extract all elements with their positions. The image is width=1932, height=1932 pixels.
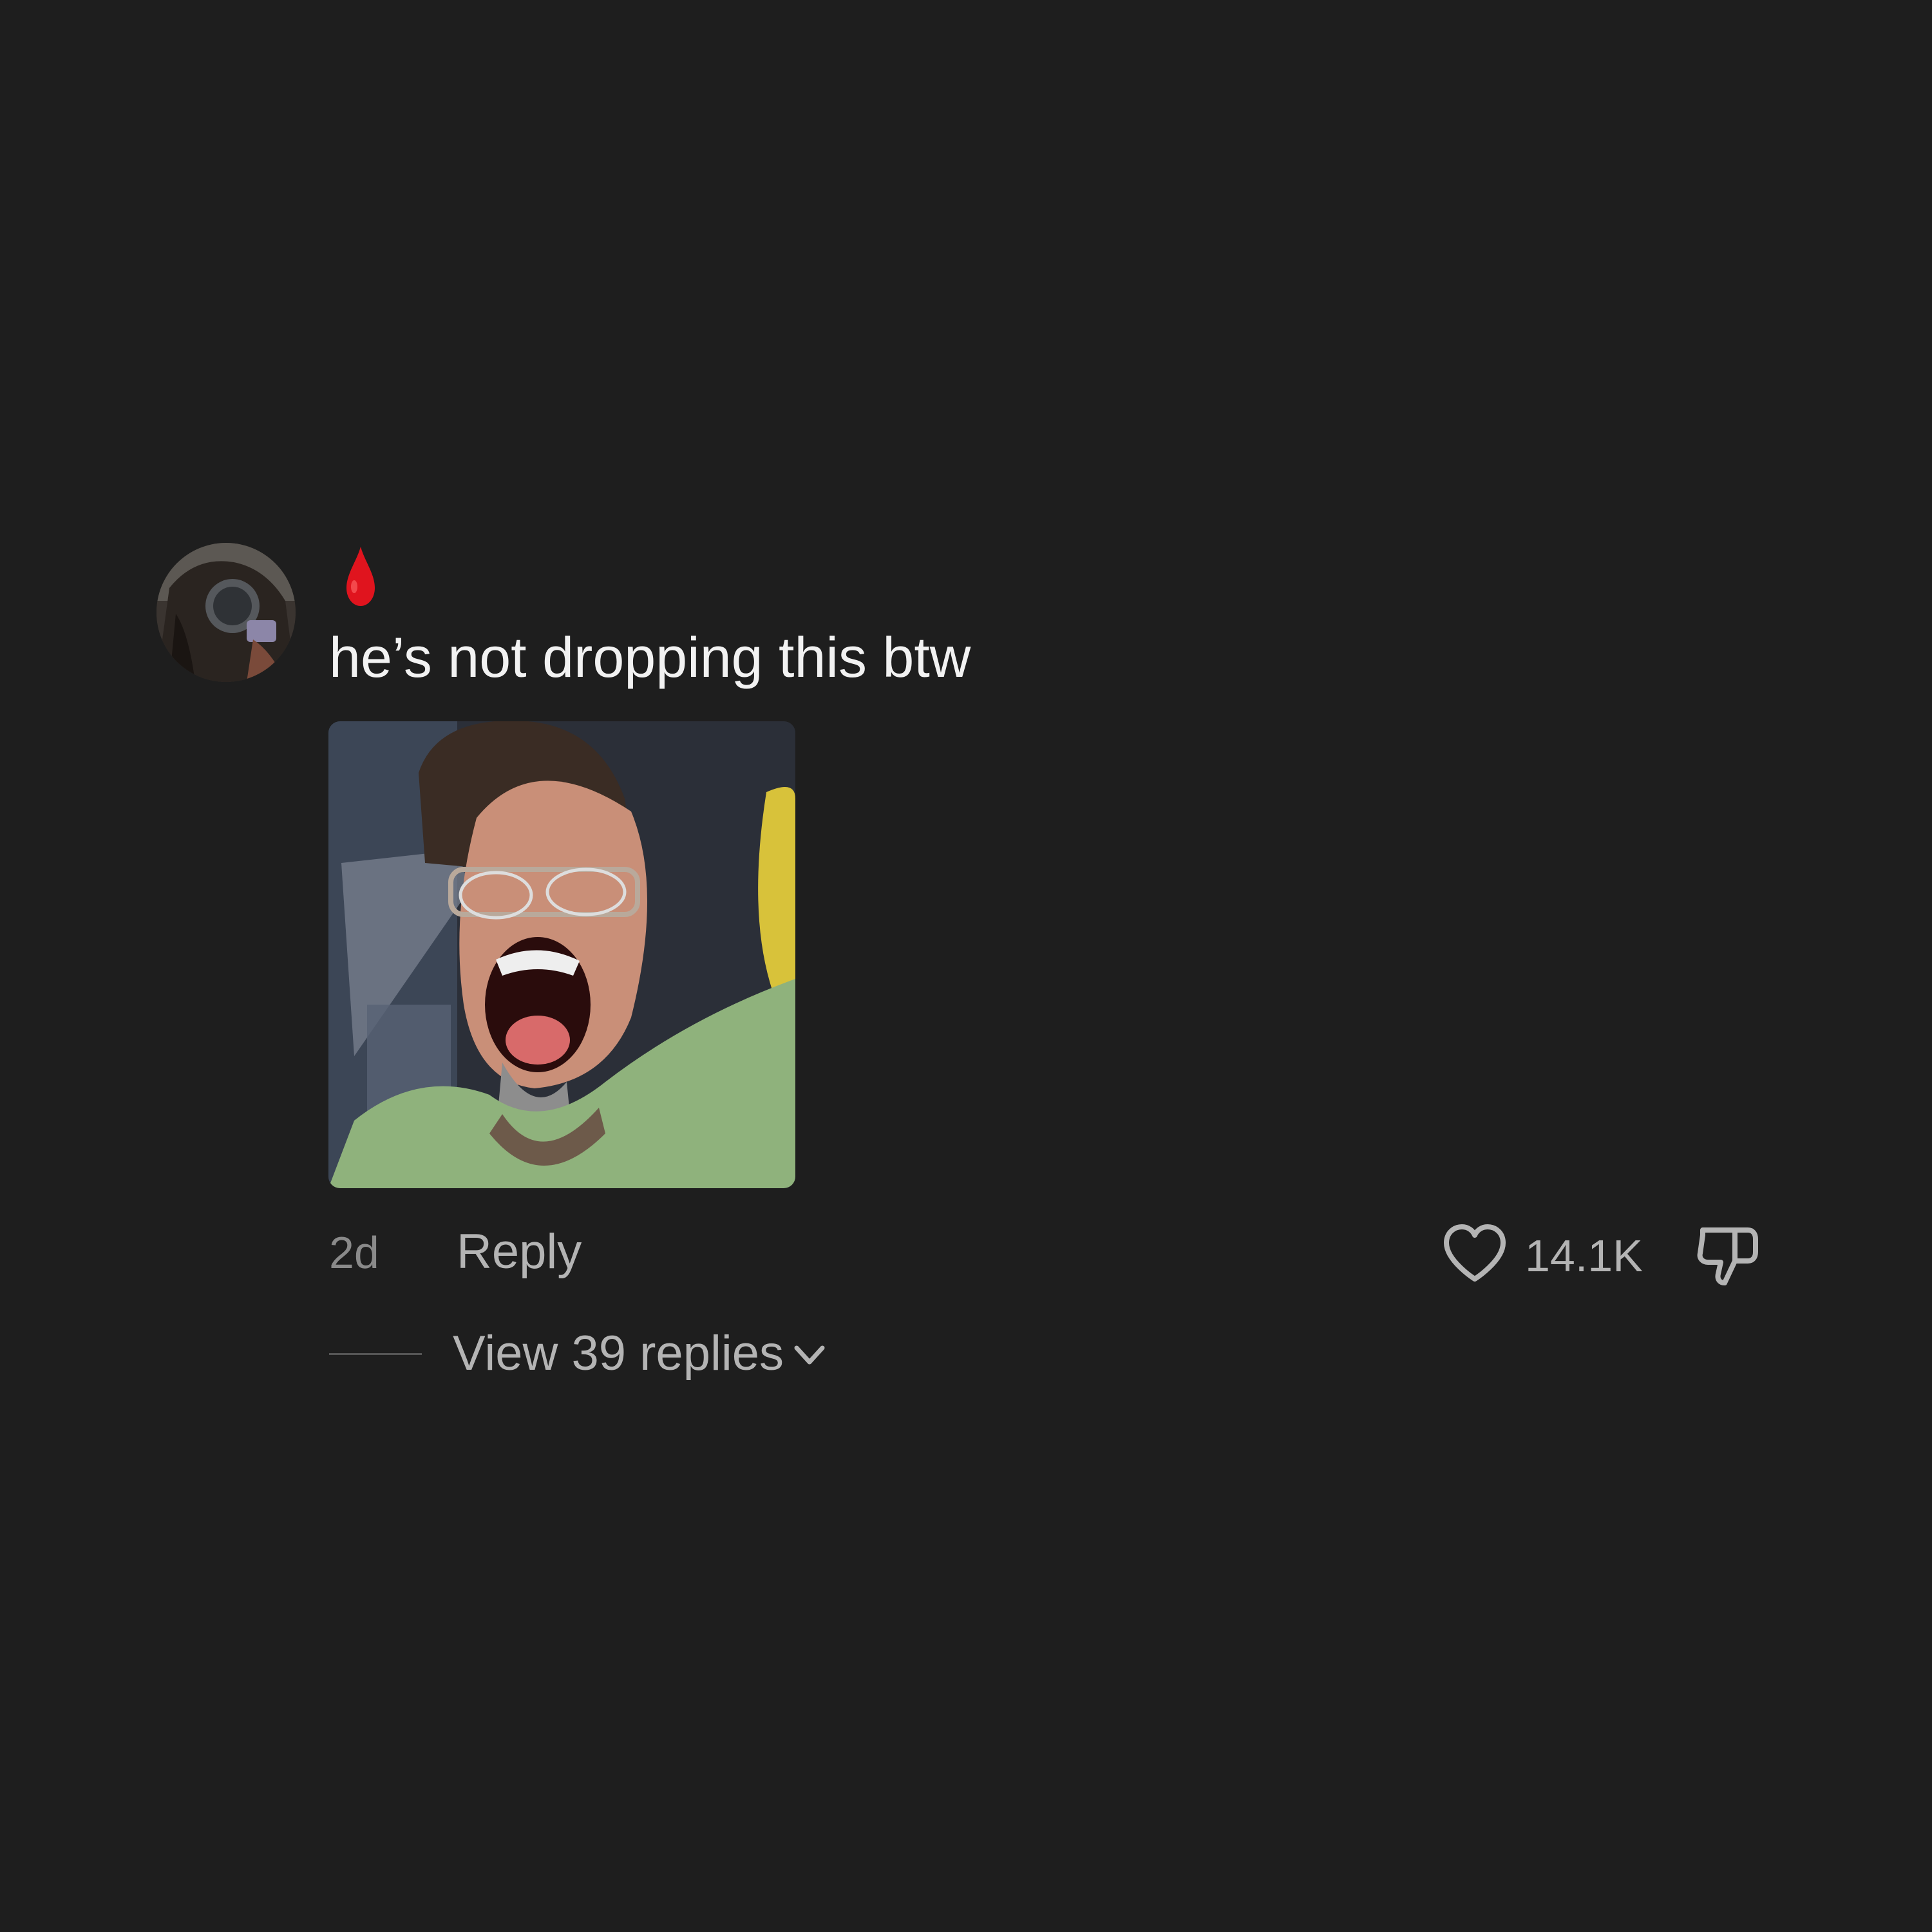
like-button[interactable] [1441,1222,1508,1284]
avatar-image [156,543,296,682]
reply-button[interactable]: Reply [457,1221,582,1283]
heart-icon [1444,1224,1506,1282]
reaction-image [328,721,795,1188]
blood-drop-icon [346,547,375,606]
comment-item: he’s not dropping this btw 2d Reply 14.1… [0,0,1932,1932]
replies-divider [329,1353,422,1355]
comment-timestamp: 2d [329,1227,379,1278]
comment-image[interactable] [328,721,795,1188]
view-replies-label: View 39 replies [453,1326,784,1381]
like-count: 14.1K [1525,1231,1643,1281]
chevron-down-icon [793,1343,826,1368]
username-emoji[interactable] [341,544,393,609]
thumbs-down-icon [1697,1227,1758,1285]
dislike-button[interactable] [1694,1221,1762,1289]
comment-text: he’s not dropping this btw [329,625,971,689]
avatar[interactable] [156,543,296,682]
view-replies-button[interactable]: View 39 replies [453,1321,826,1386]
